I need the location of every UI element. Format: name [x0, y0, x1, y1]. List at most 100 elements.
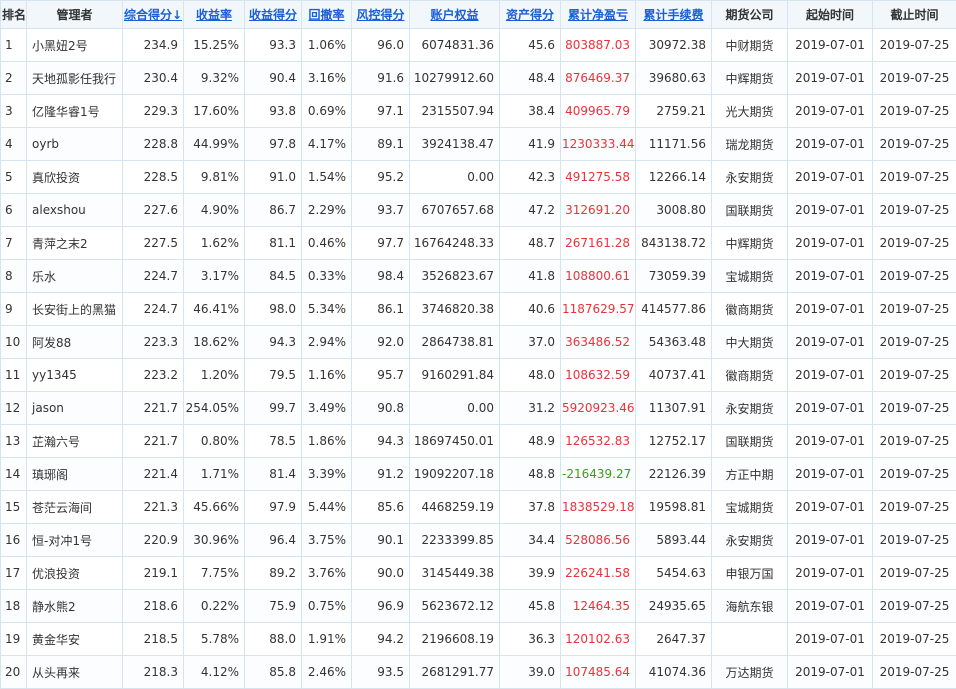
cell-start-date: 2019-07-01: [788, 260, 873, 293]
cell-net-profit: 226241.58: [561, 557, 636, 590]
cell-fees: 12266.14: [636, 161, 712, 194]
cell-equity: 6074831.36: [410, 29, 500, 62]
table-row[interactable]: 16恒-对冲1号220.930.96%96.43.75%90.12233399.…: [1, 524, 956, 557]
header-return-score-sort[interactable]: 收益得分: [245, 1, 302, 29]
cell-manager-name[interactable]: 优浪投资: [27, 557, 123, 590]
cell-risk-score: 94.3: [352, 425, 410, 458]
cell-broker: 中财期货: [712, 29, 788, 62]
cell-return-rate: 45.66%: [184, 491, 245, 524]
table-row[interactable]: 19黄金华安218.55.78%88.01.91%94.22196608.193…: [1, 623, 956, 656]
cell-risk-score: 89.1: [352, 128, 410, 161]
cell-net-profit: 108632.59: [561, 359, 636, 392]
cell-rank: 20: [1, 656, 27, 689]
cell-rank: 9: [1, 293, 27, 326]
cell-manager-name[interactable]: jason: [27, 392, 123, 425]
header-asset-score-sort[interactable]: 资产得分: [500, 1, 561, 29]
cell-return-rate: 1.71%: [184, 458, 245, 491]
table-row[interactable]: 8乐水224.73.17%84.50.33%98.43526823.6741.8…: [1, 260, 956, 293]
cell-net-profit: 12464.35: [561, 590, 636, 623]
header-rank: 排名: [1, 1, 27, 29]
cell-return-score: 86.7: [245, 194, 302, 227]
table-row[interactable]: 13芷瀚六号221.70.80%78.51.86%94.318697450.01…: [1, 425, 956, 458]
cell-risk-score: 96.9: [352, 590, 410, 623]
cell-composite-score: 219.1: [123, 557, 184, 590]
table-row[interactable]: 14瑱琊阁221.41.71%81.43.39%91.219092207.184…: [1, 458, 956, 491]
table-row[interactable]: 17优浪投资219.17.75%89.23.76%90.03145449.383…: [1, 557, 956, 590]
cell-rank: 8: [1, 260, 27, 293]
table-row[interactable]: 18静水熊2218.60.22%75.90.75%96.95623672.124…: [1, 590, 956, 623]
cell-return-score: 84.5: [245, 260, 302, 293]
cell-manager-name[interactable]: 天地孤影任我行: [27, 62, 123, 95]
cell-drawdown: 2.46%: [302, 656, 352, 689]
header-composite-score-sort[interactable]: 综合得分↓: [123, 1, 184, 29]
cell-return-rate: 17.60%: [184, 95, 245, 128]
table-row[interactable]: 20从头再来218.34.12%85.82.46%93.52681291.773…: [1, 656, 956, 689]
cell-manager-name[interactable]: yy1345: [27, 359, 123, 392]
header-fees-sort[interactable]: 累计手续费: [636, 1, 712, 29]
cell-manager-name[interactable]: 乐水: [27, 260, 123, 293]
cell-manager-name[interactable]: 小黑妞2号: [27, 29, 123, 62]
cell-equity: 9160291.84: [410, 359, 500, 392]
cell-manager-name[interactable]: 长安街上的黑猫: [27, 293, 123, 326]
cell-start-date: 2019-07-01: [788, 590, 873, 623]
cell-net-profit: 108800.61: [561, 260, 636, 293]
table-row[interactable]: 1小黑妞2号234.915.25%93.31.06%96.06074831.36…: [1, 29, 956, 62]
cell-asset-score: 45.8: [500, 590, 561, 623]
cell-return-score: 78.5: [245, 425, 302, 458]
header-drawdown-sort[interactable]: 回撤率: [302, 1, 352, 29]
cell-manager-name[interactable]: 苍茫云海间: [27, 491, 123, 524]
cell-return-rate: 30.96%: [184, 524, 245, 557]
cell-manager-name[interactable]: 芷瀚六号: [27, 425, 123, 458]
table-row[interactable]: 4oyrb228.844.99%97.84.17%89.13924138.474…: [1, 128, 956, 161]
table-row[interactable]: 11yy1345223.21.20%79.51.16%95.79160291.8…: [1, 359, 956, 392]
cell-return-rate: 5.78%: [184, 623, 245, 656]
cell-manager-name[interactable]: 阿发88: [27, 326, 123, 359]
cell-manager-name[interactable]: 青萍之末2: [27, 227, 123, 260]
cell-manager-name[interactable]: 黄金华安: [27, 623, 123, 656]
header-end-date: 截止时间: [873, 1, 956, 29]
cell-fees: 39680.63: [636, 62, 712, 95]
cell-return-rate: 1.20%: [184, 359, 245, 392]
cell-net-profit: 363486.52: [561, 326, 636, 359]
cell-manager-name[interactable]: 瑱琊阁: [27, 458, 123, 491]
table-row[interactable]: 10阿发88223.318.62%94.32.94%92.02864738.81…: [1, 326, 956, 359]
cell-manager-name[interactable]: 从头再来: [27, 656, 123, 689]
cell-fees: 414577.86: [636, 293, 712, 326]
table-row[interactable]: 12jason221.7254.05%99.73.49%90.80.0031.2…: [1, 392, 956, 425]
cell-net-profit: 126532.83: [561, 425, 636, 458]
table-row[interactable]: 9长安街上的黑猫224.746.41%98.05.34%86.13746820.…: [1, 293, 956, 326]
cell-risk-score: 90.8: [352, 392, 410, 425]
table-row[interactable]: 5真欣投资228.59.81%91.01.54%95.20.0042.34912…: [1, 161, 956, 194]
cell-manager-name[interactable]: 恒-对冲1号: [27, 524, 123, 557]
header-net-profit-sort[interactable]: 累计净盈亏: [561, 1, 636, 29]
cell-drawdown: 2.94%: [302, 326, 352, 359]
cell-equity: 18697450.01: [410, 425, 500, 458]
cell-start-date: 2019-07-01: [788, 524, 873, 557]
cell-equity: 0.00: [410, 161, 500, 194]
cell-manager-name[interactable]: alexshou: [27, 194, 123, 227]
header-return-rate-sort[interactable]: 收益率: [184, 1, 245, 29]
table-row[interactable]: 3亿隆华睿1号229.317.60%93.80.69%97.12315507.9…: [1, 95, 956, 128]
cell-manager-name[interactable]: 静水熊2: [27, 590, 123, 623]
cell-asset-score: 48.7: [500, 227, 561, 260]
table-row[interactable]: 7青萍之末2227.51.62%81.10.46%97.716764248.33…: [1, 227, 956, 260]
cell-start-date: 2019-07-01: [788, 359, 873, 392]
table-row[interactable]: 2天地孤影任我行230.49.32%90.43.16%91.610279912.…: [1, 62, 956, 95]
cell-manager-name[interactable]: 亿隆华睿1号: [27, 95, 123, 128]
cell-net-profit: 120102.63: [561, 623, 636, 656]
cell-broker: 光大期货: [712, 95, 788, 128]
header-equity-sort[interactable]: 账户权益: [410, 1, 500, 29]
cell-manager-name[interactable]: 真欣投资: [27, 161, 123, 194]
cell-asset-score: 47.2: [500, 194, 561, 227]
header-risk-score-sort[interactable]: 风控得分: [352, 1, 410, 29]
cell-start-date: 2019-07-01: [788, 656, 873, 689]
cell-fees: 11307.91: [636, 392, 712, 425]
table-row[interactable]: 6alexshou227.64.90%86.72.29%93.76707657.…: [1, 194, 956, 227]
cell-drawdown: 3.39%: [302, 458, 352, 491]
cell-manager-name[interactable]: oyrb: [27, 128, 123, 161]
cell-end-date: 2019-07-25: [873, 392, 956, 425]
cell-net-profit: 267161.28: [561, 227, 636, 260]
table-row[interactable]: 15苍茫云海间221.345.66%97.95.44%85.64468259.1…: [1, 491, 956, 524]
cell-drawdown: 3.49%: [302, 392, 352, 425]
cell-rank: 10: [1, 326, 27, 359]
